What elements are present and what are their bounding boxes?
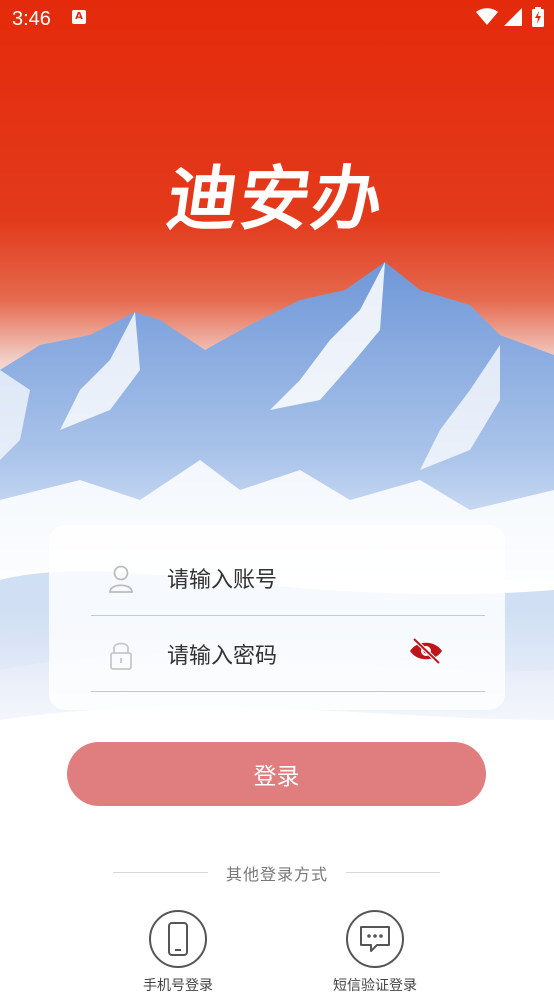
sms-login-button[interactable] (346, 910, 404, 968)
login-card (49, 525, 505, 710)
account-field-row (91, 541, 485, 616)
divider-right (346, 872, 440, 873)
eye-off-icon[interactable] (409, 637, 443, 665)
smartphone-icon (168, 922, 188, 956)
message-icon (360, 926, 390, 952)
status-time: 3:46 (12, 8, 51, 30)
other-login-label: 其他登录方式 (225, 865, 328, 884)
login-button[interactable]: 登录 (67, 742, 486, 806)
signal-icon (504, 8, 522, 26)
password-field-row (91, 617, 485, 692)
battery-charging-icon (532, 7, 544, 27)
password-input[interactable] (165, 637, 409, 675)
wifi-icon (476, 8, 498, 25)
phone-login-button[interactable] (149, 910, 207, 968)
account-input[interactable] (165, 561, 409, 599)
phone-login-label: 手机号登录 (143, 978, 213, 994)
user-icon (109, 565, 133, 593)
notification-app-icon: A (72, 10, 86, 24)
lock-icon (110, 642, 132, 670)
sms-login-label: 短信验证登录 (333, 978, 417, 994)
app-logo: 迪安办 (162, 157, 391, 240)
divider-left (113, 872, 208, 873)
status-bar: 3:46 A (0, 0, 554, 40)
